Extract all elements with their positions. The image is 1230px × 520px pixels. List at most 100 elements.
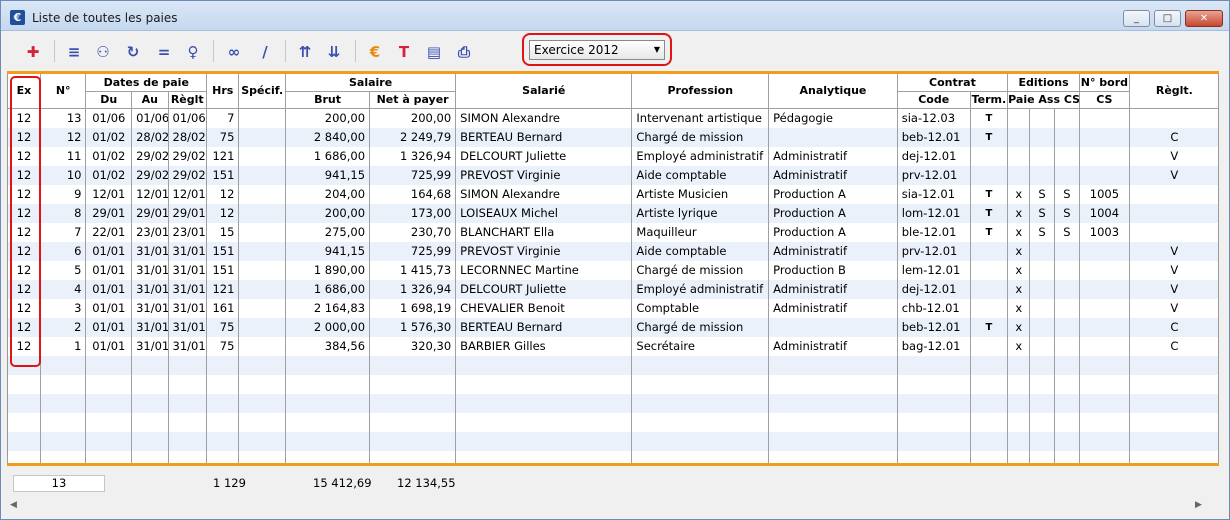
add-icon[interactable]: ✚ (23, 42, 43, 62)
empty-cell (768, 393, 898, 413)
printer-icon[interactable]: ⎙ (454, 42, 474, 62)
table-row[interactable]: 12 13 01/06 01/06 01/06 7 200,00 200,00 SIMON Al… (8, 108, 1218, 128)
empty-cell (455, 374, 633, 394)
sort-up-icon[interactable]: ⇈ (295, 42, 315, 62)
table-row[interactable]: 12 6 01/01 31/01 31/01 151 941,15 725,99 PREVOST… (8, 241, 1218, 261)
table-row[interactable]: 12 1 01/01 31/01 31/01 75 384,56 320,30 BARBIER … (8, 336, 1218, 356)
cell-du: 01/02 (85, 146, 133, 166)
col-ex[interactable]: Ex (8, 74, 41, 109)
cell-specif (238, 222, 286, 242)
col-salarie[interactable]: Salarié (455, 74, 633, 109)
cell-term (970, 260, 1009, 280)
empty-cell (897, 355, 971, 375)
pen-icon[interactable]: / (255, 42, 275, 62)
cell-brut: 2 164,83 (285, 298, 371, 318)
text-edit-icon[interactable]: T (394, 42, 414, 62)
glasses-icon[interactable]: ∞ (224, 42, 244, 62)
table-row[interactable]: 12 10 01/02 29/02 29/02 151 941,15 725,99 PREVOS… (8, 165, 1218, 185)
empty-cell (285, 355, 371, 375)
cell-reglement: C (1129, 317, 1218, 337)
cell-salarie: CHEVALIER Benoit (455, 298, 633, 318)
col-hours[interactable]: Hrs (206, 74, 240, 109)
col-net[interactable]: Net à payer (369, 91, 457, 109)
col-au[interactable]: Au (131, 91, 169, 109)
empty-cell (369, 355, 457, 375)
cell-number: 8 (40, 203, 87, 223)
col-reglt[interactable]: Règlt (168, 91, 208, 109)
table-row[interactable]: 12 2 01/01 31/01 31/01 75 2 000,00 1 576,30 BERT… (8, 317, 1218, 337)
scroll-left-icon[interactable]: ◀ (10, 500, 17, 510)
sort-down-icon[interactable]: ⇊ (324, 42, 344, 62)
cell-edition-cs (1054, 317, 1081, 337)
person-list-icon[interactable]: ⚇ (93, 42, 113, 62)
col-brut[interactable]: Brut (285, 91, 371, 109)
col-term[interactable]: Term. (970, 91, 1009, 109)
close-button[interactable]: ✕ (1185, 10, 1223, 27)
table-row[interactable]: 12 11 01/02 29/02 29/02 121 1 686,00 1 326,94 DE… (8, 146, 1218, 166)
col-reglement[interactable]: Règlt. (1129, 74, 1218, 109)
empty-cell (1007, 374, 1031, 394)
maximize-button[interactable]: □ (1154, 10, 1181, 27)
vertical-scrollbar[interactable] (1219, 74, 1229, 499)
favorite-list-icon[interactable]: ≡ (64, 42, 84, 62)
empty-cell (369, 412, 457, 432)
table-row[interactable]: 12 3 01/01 31/01 31/01 161 2 164,83 1 698,19 CHE… (8, 298, 1218, 318)
cell-code: sia-12.01 (897, 184, 971, 204)
exercice-select[interactable]: Exercice 2012 ▼ (529, 40, 665, 60)
col-nbord-sub[interactable]: CS (1079, 91, 1130, 109)
empty-cell (1007, 431, 1031, 451)
cell-reglt: 29/01 (168, 203, 208, 223)
empty-cell (1129, 374, 1218, 394)
cell-profession: Chargé de mission (631, 260, 770, 280)
empty-cell (285, 431, 371, 451)
cell-au: 12/01 (131, 184, 169, 204)
table-row[interactable]: 12 5 01/01 31/01 31/01 151 1 890,00 1 415,73 LEC… (8, 260, 1218, 280)
table-row[interactable]: 12 4 01/01 31/01 31/01 121 1 686,00 1 326,94 DEL… (8, 279, 1218, 299)
empty-cell (897, 450, 971, 463)
cell-code: prv-12.01 (897, 165, 971, 185)
empty-cell (1129, 412, 1218, 432)
chart-icon[interactable]: ▤ (424, 42, 444, 62)
col-editions-sub[interactable]: Paie Ass CS (1007, 91, 1081, 109)
empty-cell (369, 450, 457, 463)
cell-nbord: 1004 (1079, 203, 1130, 223)
cell-profession: Artiste Musicien (631, 184, 770, 204)
cell-code: ble-12.01 (897, 222, 971, 242)
horizontal-scrollbar[interactable]: ◀ ▶ (7, 498, 1219, 515)
cell-analytique: Pédagogie (768, 108, 898, 128)
equal-icon[interactable]: = (154, 42, 174, 62)
col-du[interactable]: Du (85, 91, 133, 109)
col-analytique[interactable]: Analytique (768, 74, 898, 109)
cell-au: 23/01 (131, 222, 169, 242)
cell-specif (238, 184, 286, 204)
empty-cell (631, 355, 770, 375)
exercice-select-value: Exercice 2012 (534, 43, 619, 57)
cell-profession: Aide comptable (631, 241, 770, 261)
cell-profession: Chargé de mission (631, 317, 770, 337)
col-code[interactable]: Code (897, 91, 971, 109)
cell-edition-paie: x (1007, 184, 1031, 204)
cell-du: 01/01 (85, 298, 133, 318)
cell-salarie: PREVOST Virginie (455, 241, 633, 261)
payroll-list-window: € Liste de toutes les paies _ □ ✕ ✚ ≡ ⚇ … (0, 0, 1230, 520)
search-person-icon[interactable]: ♀ (183, 42, 203, 62)
table-row[interactable]: 12 7 22/01 23/01 23/01 15 275,00 230,70 BLANCHAR… (8, 222, 1218, 242)
euro-coins-icon[interactable]: € (365, 42, 385, 62)
col-specif[interactable]: Spécif. (238, 74, 286, 109)
refresh-icon[interactable]: ↻ (123, 42, 143, 62)
table-row[interactable]: 12 12 01/02 28/02 28/02 75 2 840,00 2 249,79 BER… (8, 127, 1218, 147)
cell-edition-ass: S (1029, 222, 1055, 242)
col-nbord[interactable]: N° bord (1079, 74, 1130, 92)
minimize-button[interactable]: _ (1123, 10, 1150, 27)
cell-profession: Comptable (631, 298, 770, 318)
empty-cell (206, 393, 240, 413)
table-row[interactable]: 12 8 29/01 29/01 29/01 12 200,00 173,00 LOISEAUX… (8, 203, 1218, 223)
table-row[interactable]: 12 9 12/01 12/01 12/01 12 204,00 164,68 SIMON Al… (8, 184, 1218, 204)
cell-brut: 200,00 (285, 203, 371, 223)
scroll-right-icon[interactable]: ▶ (1195, 500, 1202, 510)
col-profession[interactable]: Profession (631, 74, 770, 109)
empty-cell (85, 450, 133, 463)
empty-cell (1029, 450, 1055, 463)
cell-du: 01/02 (85, 165, 133, 185)
col-number[interactable]: N° (40, 74, 87, 109)
